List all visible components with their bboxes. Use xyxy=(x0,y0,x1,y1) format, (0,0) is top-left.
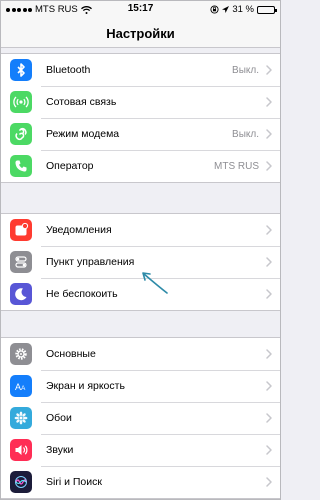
chevron-right-icon xyxy=(266,161,272,171)
settings-row-label: Режим модема xyxy=(46,128,120,140)
siri-icon xyxy=(10,471,32,493)
settings-row[interactable]: Уведомления xyxy=(0,214,281,246)
battery-icon xyxy=(257,5,277,14)
svg-text:A: A xyxy=(21,385,26,392)
cellular-icon xyxy=(10,91,32,113)
chevron-right-icon xyxy=(266,413,272,423)
settings-row-label: Bluetooth xyxy=(46,64,91,76)
chevron-right-icon xyxy=(266,381,272,391)
settings-row-label: Не беспокоить xyxy=(46,288,118,300)
chevron-right-icon xyxy=(266,349,272,359)
settings-group-notifications: Уведомления Пункт управления Не беспокоить xyxy=(0,213,281,311)
settings-row[interactable]: Обои xyxy=(0,402,281,434)
settings-row-value: Выкл. xyxy=(232,64,259,76)
annotation-arrow xyxy=(142,272,168,294)
settings-row[interactable]: Основные xyxy=(0,338,281,370)
status-right: 31 % xyxy=(210,4,277,15)
chevron-right-icon xyxy=(266,65,272,75)
settings-row[interactable]: A A Экран и яркость xyxy=(0,370,281,402)
settings-row[interactable]: Сотовая связь xyxy=(0,86,281,118)
chevron-right-icon xyxy=(266,289,272,299)
settings-row-label: Siri и Поиск xyxy=(46,476,102,488)
chevron-right-icon xyxy=(266,257,272,267)
settings-row-label: Оператор xyxy=(46,160,94,172)
settings-row-label: Экран и яркость xyxy=(46,380,125,392)
battery-percent: 31 % xyxy=(232,4,254,15)
chevron-right-icon xyxy=(266,477,272,487)
control-center-icon xyxy=(10,251,32,273)
settings-row-label: Звуки xyxy=(46,444,74,456)
settings-row[interactable]: Звуки xyxy=(0,434,281,466)
phone-icon xyxy=(10,155,32,177)
settings-row[interactable]: Режим модема Выкл. xyxy=(0,118,281,150)
wallpaper-icon xyxy=(10,407,32,429)
settings-row[interactable]: Bluetooth Выкл. xyxy=(0,54,281,86)
rotation-lock-icon xyxy=(210,5,219,14)
notifications-icon xyxy=(10,219,32,241)
chevron-right-icon xyxy=(266,225,272,235)
sounds-icon xyxy=(10,439,32,461)
status-bar: MTS RUS 15:17 31 % xyxy=(0,0,281,20)
settings-row[interactable]: Siri и Поиск xyxy=(0,466,281,498)
chevron-right-icon xyxy=(266,445,272,455)
location-icon xyxy=(222,5,230,13)
chevron-right-icon xyxy=(266,129,272,139)
settings-row[interactable]: Оператор MTS RUS xyxy=(0,150,281,182)
settings-group-general: Основные A A Экран и яркость Обои Звуки Siri и… xyxy=(0,337,281,499)
moon-icon xyxy=(10,283,32,305)
chevron-right-icon xyxy=(266,97,272,107)
settings-row-label: Сотовая связь xyxy=(46,96,117,108)
settings-group-connectivity: Bluetooth Выкл. Сотовая связь Режим модема В… xyxy=(0,53,281,183)
hotspot-icon xyxy=(10,123,32,145)
gear-icon xyxy=(10,343,32,365)
page-title: Настройки xyxy=(106,26,175,41)
settings-row-value: MTS RUS xyxy=(214,160,259,172)
bluetooth-icon xyxy=(10,59,32,81)
settings-row-value: Выкл. xyxy=(232,128,259,140)
settings-row-label: Обои xyxy=(46,412,72,424)
display-icon: AA xyxy=(10,375,32,397)
settings-row-label: Уведомления xyxy=(46,224,112,236)
settings-row-label: Пункт управления xyxy=(46,256,135,268)
navigation-bar: Настройки xyxy=(0,20,281,48)
settings-row-label: Основные xyxy=(46,348,96,360)
